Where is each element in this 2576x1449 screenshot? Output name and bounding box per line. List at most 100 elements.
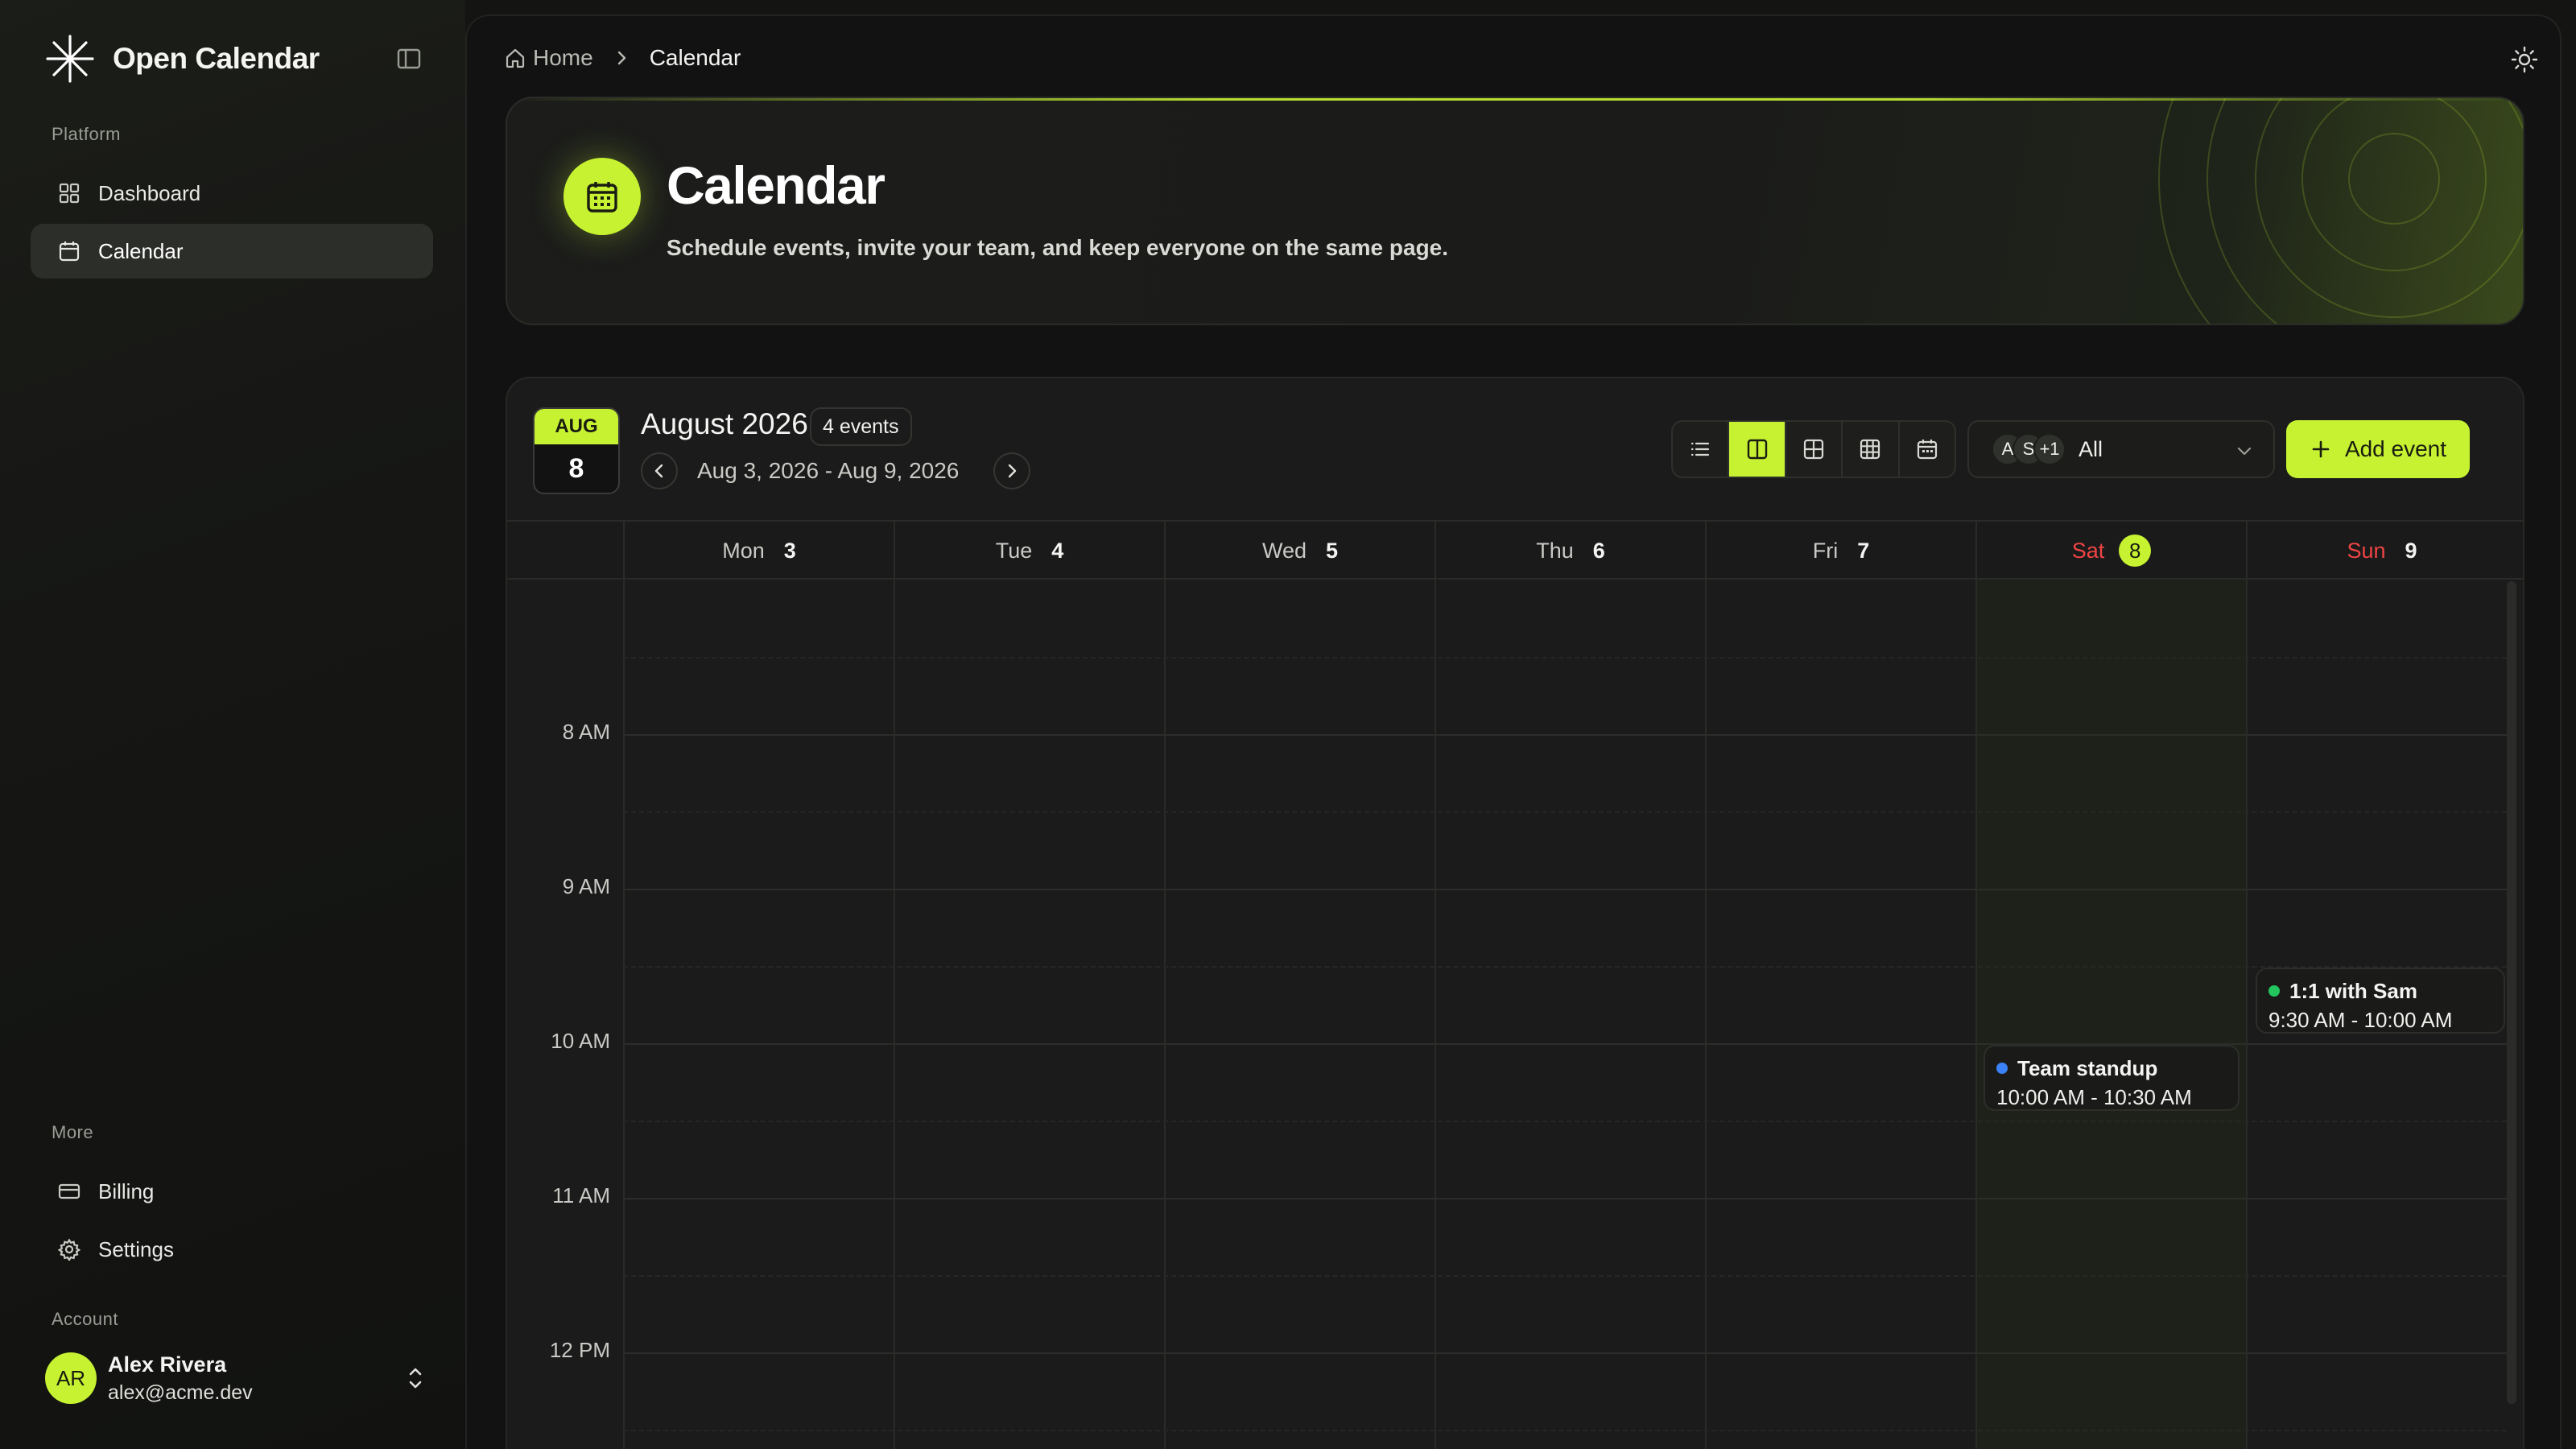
hero-calendar-badge <box>564 158 641 235</box>
decorative-rings <box>2158 98 2523 324</box>
brand[interactable]: Open Calendar <box>45 32 320 85</box>
half-hour-line <box>623 1275 2507 1277</box>
sidebar-item-label: Dashboard <box>98 180 201 205</box>
event-time: 9:30 AM - 10:00 AM <box>2268 1008 2453 1032</box>
user-name: Alex Rivera <box>108 1352 227 1377</box>
plus-icon <box>2312 440 2330 458</box>
list-icon <box>1691 442 1710 456</box>
next-week-button[interactable] <box>993 452 1030 489</box>
time-label: 9 AM <box>562 874 610 898</box>
logo-asterisk-icon <box>46 35 94 83</box>
week-grid: Mon 3 Tue 4 Wed 5 Thu 6 Fri 7 Sat 8 Sun … <box>507 520 2523 1449</box>
view-year-button[interactable] <box>1843 422 1900 477</box>
page-title: Calendar <box>667 155 886 215</box>
view-month-button[interactable] <box>1786 422 1843 477</box>
time-label: 8 AM <box>562 720 610 744</box>
credit-card-icon <box>58 1183 80 1199</box>
grid-scrollbar[interactable] <box>2507 581 2516 1404</box>
chevrons-up-down-icon <box>409 1368 422 1389</box>
day-column-fri[interactable] <box>1705 580 1975 1449</box>
add-event-label: Add event <box>2344 436 2447 461</box>
sidebar-item-calendar[interactable]: Calendar <box>31 224 433 279</box>
section-label-account: Account <box>52 1309 118 1329</box>
participant-filter[interactable]: A S +1 All <box>1967 420 2275 478</box>
day-name: Wed <box>1261 538 1307 563</box>
gear-icon <box>58 1238 80 1261</box>
event-card[interactable]: Team standup 10:00 AM - 10:30 AM <box>1984 1045 2240 1111</box>
day-header-sun[interactable]: Sun 9 <box>2246 522 2516 580</box>
hour-line <box>623 889 2507 890</box>
day-column-thu[interactable] <box>1435 580 1705 1449</box>
add-event-button[interactable]: Add event <box>2286 420 2470 478</box>
today-number-badge: 8 <box>2119 535 2152 567</box>
event-count-badge: 4 events <box>810 407 912 446</box>
breadcrumb-home[interactable]: Home <box>504 45 593 71</box>
calendar-title: August 2026 <box>641 407 808 440</box>
half-hour-line <box>623 966 2507 968</box>
event-card[interactable]: 1:1 with Sam 9:30 AM - 10:00 AM <box>2256 968 2505 1034</box>
day-number: 4 <box>1051 538 1064 563</box>
day-name: Sun <box>2347 538 2386 563</box>
time-label: 11 AM <box>552 1183 610 1208</box>
day-number: 7 <box>1857 538 1870 563</box>
sidebar-item-dashboard[interactable]: Dashboard <box>31 166 433 221</box>
day-header-thu[interactable]: Thu 6 <box>1435 522 1705 580</box>
event-time: 10:00 AM - 10:30 AM <box>1996 1085 2192 1109</box>
sidebar-toggle-icon[interactable] <box>394 44 423 73</box>
day-header-mon[interactable]: Mon 3 <box>623 522 894 580</box>
prev-week-button[interactable] <box>641 452 678 489</box>
day-header-row: Mon 3 Tue 4 Wed 5 Thu 6 Fri 7 Sat 8 Sun … <box>507 520 2523 580</box>
time-grid[interactable]: 8 AM 9 AM 10 AM 11 AM 12 PM 1:1 with Sam… <box>507 580 2523 1449</box>
avatar: AR <box>45 1352 97 1404</box>
day-header-wed[interactable]: Wed 5 <box>1164 522 1435 580</box>
sidebar: Open Calendar Platform Dashboard Calenda… <box>0 0 465 1449</box>
today-date-card[interactable]: AUG 8 <box>533 407 620 494</box>
day-column-wed[interactable] <box>1164 580 1435 1449</box>
section-label-more: More <box>52 1122 94 1142</box>
view-list-button[interactable] <box>1673 422 1730 477</box>
day-column-tue[interactable] <box>894 580 1164 1449</box>
day-name: Fri <box>1812 538 1839 563</box>
week-columns-icon <box>1747 439 1767 460</box>
user-menu[interactable]: AR Alex Rivera alex@acme.dev <box>45 1346 431 1410</box>
sun-icon[interactable] <box>2508 43 2541 76</box>
app-name: Open Calendar <box>113 42 320 75</box>
day-number: 9 <box>2405 538 2417 563</box>
date-range: Aug 3, 2026 - Aug 9, 2026 <box>697 458 960 483</box>
view-agenda-button[interactable] <box>1900 422 1955 477</box>
view-week-button[interactable] <box>1729 422 1786 477</box>
event-color-dot <box>1996 1063 2008 1074</box>
day-header-tue[interactable]: Tue 4 <box>894 522 1164 580</box>
grid-2x2-icon <box>1803 439 1824 460</box>
day-number: 3 <box>783 538 796 563</box>
half-hour-line <box>623 1121 2507 1122</box>
calendar-panel: AUG 8 August 2026 4 events Aug 3, 2026 -… <box>506 377 2524 1449</box>
hour-line <box>623 1198 2507 1199</box>
day-header-sat[interactable]: Sat 8 <box>1975 522 2246 580</box>
chevron-right-icon <box>1008 464 1017 478</box>
day-column-sat[interactable] <box>1975 580 2246 1449</box>
page-subtitle: Schedule events, invite your team, and k… <box>667 235 1449 260</box>
calendar-icon <box>587 182 617 213</box>
chevron-down-icon <box>2237 447 2252 456</box>
filter-label: All <box>2079 436 2103 461</box>
breadcrumb-home-label: Home <box>533 45 593 70</box>
day-name: Tue <box>995 538 1033 563</box>
today-month: AUG <box>535 409 618 444</box>
day-name: Mon <box>722 538 765 563</box>
sidebar-item-label: Billing <box>98 1179 155 1203</box>
half-hour-line <box>623 657 2507 658</box>
home-icon <box>506 48 525 68</box>
user-email: alex@acme.dev <box>108 1381 253 1404</box>
sidebar-item-settings[interactable]: Settings <box>31 1222 433 1277</box>
hour-line <box>623 1352 2507 1354</box>
chevron-left-icon <box>654 464 663 478</box>
day-header-fri[interactable]: Fri 7 <box>1705 522 1975 580</box>
half-hour-line <box>623 811 2507 813</box>
half-hour-line <box>623 1430 2507 1431</box>
day-column-mon[interactable] <box>623 580 894 1449</box>
event-color-dot <box>2268 985 2280 997</box>
sidebar-item-billing[interactable]: Billing <box>31 1164 433 1219</box>
calendar-icon <box>59 242 80 262</box>
breadcrumb: Home Calendar <box>504 43 741 72</box>
